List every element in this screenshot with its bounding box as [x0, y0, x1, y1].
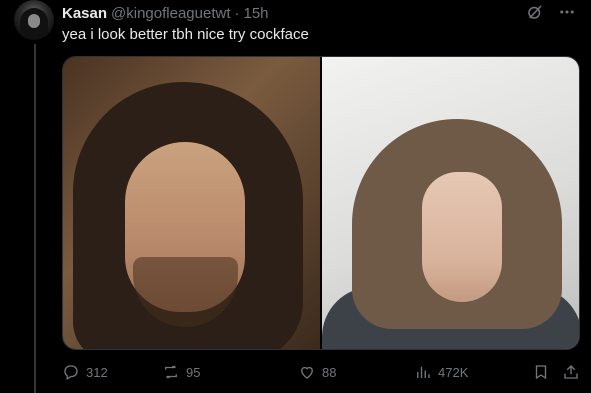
photo-right-face — [422, 172, 502, 302]
separator-dot: · — [234, 4, 240, 22]
user-handle[interactable]: @kingofleaguetwt — [111, 5, 230, 22]
bookmark-icon — [532, 363, 550, 381]
thread-line — [34, 44, 36, 393]
like-button[interactable]: 88 — [298, 363, 336, 381]
grok-icon[interactable] — [525, 2, 545, 22]
photo-right[interactable] — [322, 57, 579, 349]
reply-icon — [62, 363, 80, 381]
heart-icon — [298, 363, 316, 381]
share-icon — [562, 363, 580, 381]
reply-count: 312 — [86, 364, 108, 380]
action-bar: 312 95 88 472K — [62, 362, 582, 382]
avatar[interactable] — [14, 0, 54, 40]
media-grid[interactable] — [62, 56, 580, 350]
share-button[interactable] — [562, 363, 580, 381]
views-count: 472K — [438, 364, 469, 380]
views-icon — [414, 363, 432, 381]
bookmark-button[interactable] — [532, 363, 550, 381]
retweet-button[interactable]: 95 — [162, 363, 200, 381]
top-actions — [525, 2, 577, 22]
views-button[interactable]: 472K — [414, 363, 468, 381]
avatar-face — [28, 14, 40, 28]
display-name[interactable]: Kasan — [62, 5, 107, 22]
reply-button[interactable]: 312 — [62, 363, 108, 381]
photo-left[interactable] — [63, 57, 320, 349]
retweet-icon — [162, 363, 180, 381]
retweet-count: 95 — [186, 364, 201, 380]
more-icon[interactable] — [557, 2, 577, 22]
tweet-header: Kasan @kingofleaguetwt · 15h — [62, 3, 269, 23]
like-count: 88 — [322, 364, 337, 380]
tweet[interactable]: Kasan @kingofleaguetwt · 15h yea i look … — [0, 0, 591, 393]
tweet-text: yea i look better tbh nice try cockface — [62, 26, 309, 43]
timestamp[interactable]: 15h — [244, 5, 269, 22]
